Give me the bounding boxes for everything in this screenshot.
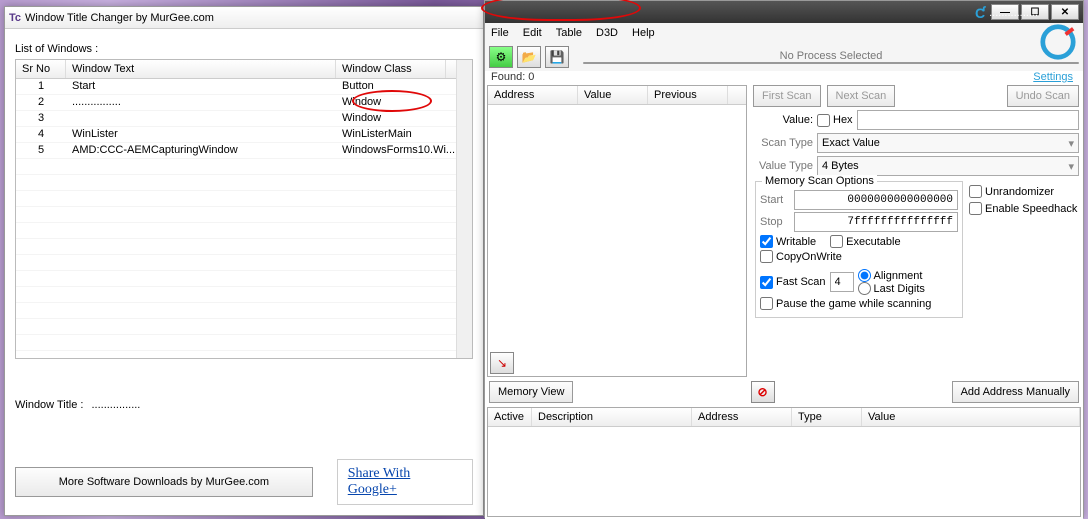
titlebar-right[interactable]: Ƈ ................ — ☐ ✕	[485, 1, 1083, 23]
menu-edit[interactable]: Edit	[523, 27, 542, 39]
col-addr2[interactable]: Address	[692, 408, 792, 426]
copyonwrite-checkbox[interactable]: CopyOnWrite	[760, 250, 842, 263]
open-file-button[interactable]: 📂	[517, 46, 541, 68]
stop-icon[interactable]: ⊘	[751, 381, 775, 403]
memory-view-button[interactable]: Memory View	[489, 381, 573, 403]
titlebar-left[interactable]: Tc Window Title Changer by MurGee.com	[5, 7, 483, 29]
ce-icon: Ƈ	[975, 5, 985, 21]
menu-table[interactable]: Table	[556, 27, 582, 39]
share-google-link[interactable]: Share With Google+	[348, 466, 462, 498]
address-list: Active Description Address Type Value	[487, 407, 1081, 517]
value-type-select[interactable]: 4 Bytes	[817, 156, 1079, 176]
settings-link[interactable]: Settings	[1033, 71, 1073, 83]
table-row[interactable]: 3Window	[16, 111, 472, 127]
col-val2[interactable]: Value	[862, 408, 1080, 426]
fast-scan-value[interactable]	[830, 272, 854, 292]
table-row[interactable]: 2................Window	[16, 95, 472, 111]
scan-results: Address Value Previous ↘	[487, 85, 747, 377]
stop-label: Stop	[760, 216, 790, 228]
col-active[interactable]: Active	[488, 408, 532, 426]
window-title-value: ................	[91, 399, 140, 411]
start-label: Start	[760, 194, 790, 206]
open-process-button[interactable]: ⚙	[489, 46, 513, 68]
add-address-button[interactable]: Add Address Manually	[952, 381, 1079, 403]
list-label: List of Windows :	[15, 43, 473, 55]
col-previous[interactable]: Previous	[648, 86, 728, 104]
header-sr[interactable]: Sr No	[16, 60, 66, 78]
col-desc[interactable]: Description	[532, 408, 692, 426]
value-type-label: Value Type	[753, 160, 813, 172]
pointer-scan-icon[interactable]: ↘	[490, 352, 514, 374]
window-title-label: Window Title :	[15, 399, 83, 411]
cheat-engine-window: Ƈ ................ — ☐ ✕ File Edit Table…	[484, 0, 1084, 518]
window-title-changer: Tc Window Title Changer by MurGee.com Li…	[4, 6, 484, 516]
menu-file[interactable]: File	[491, 27, 509, 39]
col-value[interactable]: Value	[578, 86, 648, 104]
save-button[interactable]: 💾	[545, 46, 569, 68]
progress-bar	[583, 62, 1079, 64]
header-window-class[interactable]: Window Class	[336, 60, 446, 78]
first-scan-button[interactable]: First Scan	[753, 85, 821, 107]
scan-type-label: Scan Type	[753, 137, 813, 149]
menu-help[interactable]: Help	[632, 27, 655, 39]
table-row[interactable]: 4WinListerWinListerMain	[16, 127, 472, 143]
share-box: Share With Google+	[337, 459, 473, 505]
ce-title: ................	[989, 7, 1038, 19]
memory-scan-options: Memory Scan Options Start Stop Writable …	[755, 181, 963, 318]
no-process-label: No Process Selected	[780, 50, 883, 62]
scan-controls: First Scan Next Scan Undo Scan Value: He…	[749, 83, 1083, 379]
stop-input[interactable]	[794, 212, 958, 232]
cheat-engine-logo	[1039, 23, 1077, 61]
more-downloads-button[interactable]: More Software Downloads by MurGee.com	[15, 467, 313, 497]
hex-checkbox[interactable]: Hex	[817, 114, 853, 127]
col-type[interactable]: Type	[792, 408, 862, 426]
close-button[interactable]: ✕	[1051, 4, 1079, 20]
header-window-text[interactable]: Window Text	[66, 60, 336, 78]
menubar: File Edit Table D3D Help	[485, 23, 1083, 43]
value-input[interactable]	[857, 110, 1079, 130]
pause-checkbox[interactable]: Pause the game while scanning	[760, 297, 931, 310]
executable-checkbox[interactable]: Executable	[830, 235, 900, 248]
windows-table: Sr No Window Text Window Class 1StartBut…	[15, 59, 473, 359]
scan-type-select[interactable]: Exact Value	[817, 133, 1079, 153]
toolbar: ⚙ 📂 💾 No Process Selected	[485, 43, 1083, 71]
menu-d3d[interactable]: D3D	[596, 27, 618, 39]
value-label: Value:	[753, 114, 813, 126]
fast-scan-checkbox[interactable]: Fast Scan	[760, 276, 826, 289]
last-digits-radio[interactable]: Last Digits	[858, 282, 925, 295]
writable-checkbox[interactable]: Writable	[760, 235, 816, 248]
speedhack-checkbox[interactable]: Enable Speedhack	[969, 202, 1079, 215]
next-scan-button[interactable]: Next Scan	[827, 85, 896, 107]
table-row[interactable]: 5AMD:CCC-AEMCapturingWindowWindowsForms1…	[16, 143, 472, 159]
window-title: Window Title Changer by MurGee.com	[25, 12, 214, 24]
undo-scan-button[interactable]: Undo Scan	[1007, 85, 1079, 107]
start-input[interactable]	[794, 190, 958, 210]
app-icon: Tc	[9, 12, 21, 24]
alignment-radio[interactable]: Alignment	[858, 269, 925, 282]
unrandomizer-checkbox[interactable]: Unrandomizer	[969, 185, 1079, 198]
table-row[interactable]: 1StartButton	[16, 79, 472, 95]
col-address[interactable]: Address	[488, 86, 578, 104]
scrollbar[interactable]	[456, 60, 472, 358]
